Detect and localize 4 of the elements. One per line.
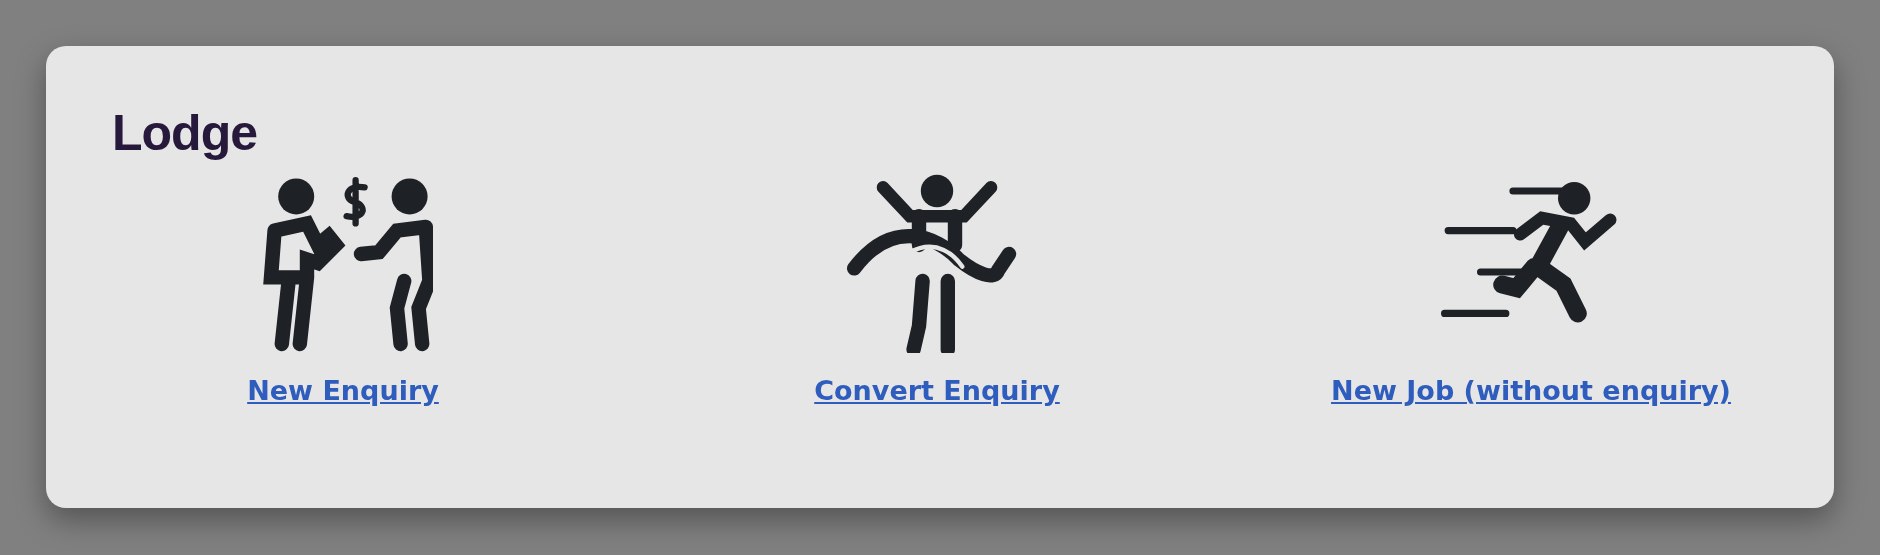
action-link[interactable]: Convert Enquiry (814, 375, 1060, 406)
action-link[interactable]: New Enquiry (247, 375, 439, 406)
card-title: Lodge (112, 106, 258, 161)
action-link[interactable]: New Job (without enquiry) (1331, 375, 1731, 406)
